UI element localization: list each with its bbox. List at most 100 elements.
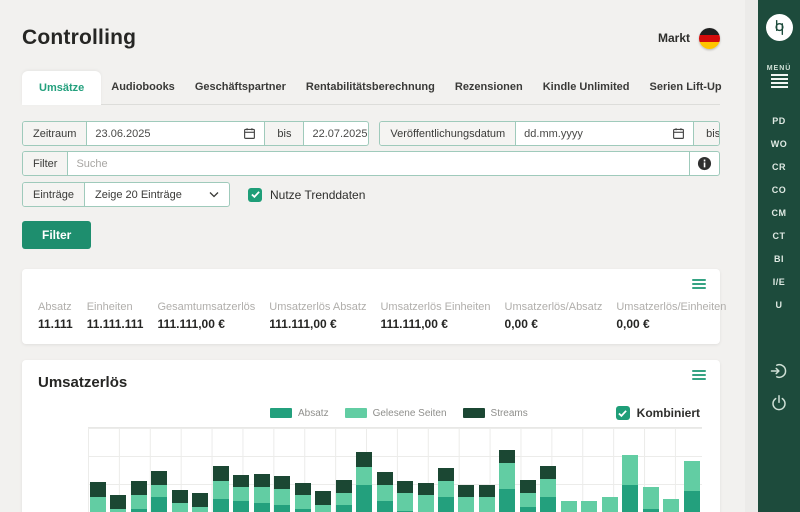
sidebar-item-ct[interactable]: CT: [773, 231, 786, 241]
sidebar-item-co[interactable]: CO: [772, 185, 787, 195]
dp-logo-icon: [774, 19, 784, 36]
market-label: Markt: [657, 31, 690, 45]
info-icon[interactable]: [697, 156, 712, 171]
bar[interactable]: [622, 455, 639, 512]
bar[interactable]: [499, 450, 516, 512]
calendar-icon[interactable]: [672, 127, 685, 140]
market-selector[interactable]: Markt: [657, 27, 720, 49]
stat-umsatzerloes-pro-einheiten: Umsatzerlös/Einheiten 0,00 €: [616, 301, 727, 331]
trend-checkbox[interactable]: [248, 187, 262, 202]
bar[interactable]: [315, 491, 332, 512]
search-cell: [68, 152, 689, 175]
hamburger-icon: [770, 74, 788, 76]
chart-card-menu-icon[interactable]: [692, 370, 706, 382]
bar[interactable]: [212, 466, 229, 512]
page-header: Controlling Markt: [22, 26, 720, 50]
sidebar-item-cr[interactable]: CR: [772, 162, 786, 172]
filter-row-entries: Einträge Zeige 20 Einträge Nutze Trendda…: [22, 182, 720, 207]
search-input[interactable]: [76, 157, 681, 170]
bar[interactable]: [294, 483, 311, 512]
info-cell[interactable]: [689, 152, 719, 175]
tab-geschaeftspartner[interactable]: Geschäftspartner: [185, 70, 296, 104]
stat-absatz: Absatz 11.111: [38, 301, 73, 331]
bar[interactable]: [90, 482, 106, 512]
check-icon: [250, 191, 260, 199]
sign-in-icon[interactable]: [770, 362, 788, 380]
chart-legend: Absatz Gelesene Seiten Streams: [270, 408, 528, 419]
bar[interactable]: [376, 472, 393, 512]
bar[interactable]: [478, 485, 495, 512]
bar[interactable]: [130, 481, 147, 512]
bar[interactable]: [192, 493, 209, 512]
stat-umsatzerloes-einheiten: Umsatzerlös Einheiten 111.111,00 €: [380, 301, 491, 331]
stat-gesamtumsatzerloes: Gesamtumsatzerlös 111.111,00 €: [157, 301, 256, 331]
power-icon[interactable]: [770, 394, 788, 412]
tab-rezensionen[interactable]: Rezensionen: [445, 70, 533, 104]
legend-item-streams[interactable]: Streams: [462, 408, 528, 419]
bar[interactable]: [663, 499, 680, 512]
filter-row-search: Filter: [22, 151, 720, 176]
legend-item-absatz[interactable]: Absatz: [270, 408, 329, 419]
trend-checkbox-label: Nutze Trenddaten: [270, 187, 366, 202]
tab-rentabilitaetsberechnung[interactable]: Rentabilitätsberechnung: [296, 70, 445, 104]
tab-bar: Umsätze Audiobooks Geschäftspartner Rent…: [22, 70, 722, 105]
calendar-icon[interactable]: [243, 127, 256, 140]
kombiniert-checkbox[interactable]: [615, 406, 630, 420]
entries-label: Einträge: [23, 183, 85, 206]
bar[interactable]: [540, 466, 557, 512]
bar[interactable]: [560, 501, 577, 512]
legend-item-gelesene-seiten[interactable]: Gelesene Seiten: [344, 408, 447, 419]
chart-card: Umsatzerlös Absatz Gelesene Seiten Strea…: [22, 360, 720, 512]
bar[interactable]: [274, 476, 291, 512]
zeitraum-from-cell: [87, 122, 264, 145]
sidebar-item-cm[interactable]: CM: [772, 208, 787, 218]
sidebar-bottom: [770, 362, 788, 412]
bar[interactable]: [233, 475, 250, 512]
tab-audiobooks[interactable]: Audiobooks: [101, 70, 185, 104]
trend-checkbox-wrap[interactable]: Nutze Trenddaten: [248, 182, 365, 207]
bar[interactable]: [171, 490, 188, 512]
tab-serien-lift-up[interactable]: Serien Lift-Up: [640, 70, 732, 104]
zeitraum-bis-label: bis: [264, 122, 305, 145]
app-logo[interactable]: [765, 14, 793, 41]
zeitraum-from-input[interactable]: [95, 127, 238, 140]
sidebar-menu-toggle[interactable]: MENÜ: [767, 65, 792, 88]
bar[interactable]: [356, 452, 373, 512]
sidebar-item-wo[interactable]: WO: [771, 139, 788, 149]
filter-row-dates: Zeitraum bis Veröffentlichungsdatum bis: [22, 121, 720, 146]
tab-kindle-unlimited[interactable]: Kindle Unlimited: [533, 70, 640, 104]
entries-select[interactable]: Zeige 20 Einträge: [85, 183, 229, 206]
bar[interactable]: [581, 501, 598, 512]
bar[interactable]: [335, 480, 352, 512]
bar[interactable]: [519, 480, 536, 512]
sidebar-item-u[interactable]: U: [776, 300, 783, 310]
sidebar-item-ie[interactable]: I/E: [773, 277, 786, 287]
bar[interactable]: [110, 495, 127, 512]
zeitraum-label: Zeitraum: [23, 122, 88, 145]
kombiniert-checkbox-wrap[interactable]: Kombiniert: [615, 406, 700, 420]
kombiniert-label: Kombiniert: [636, 406, 700, 420]
bar[interactable]: [437, 468, 454, 512]
scrollbar[interactable]: [745, 0, 758, 512]
tab-umsaetze[interactable]: Umsätze: [22, 71, 102, 105]
bar[interactable]: [458, 485, 475, 512]
entries-selected-value: Zeige 20 Einträge: [94, 188, 182, 201]
entries-group: Einträge Zeige 20 Einträge: [22, 182, 230, 207]
veroeffentlichung-from-input[interactable]: [524, 127, 667, 140]
german-flag-icon[interactable]: [699, 27, 720, 49]
search-label: Filter: [23, 152, 69, 175]
bar[interactable]: [397, 481, 414, 512]
search-group: Filter: [22, 151, 720, 176]
filter-submit-button[interactable]: Filter: [22, 221, 92, 249]
bar[interactable]: [683, 461, 700, 512]
sidebar-item-pd[interactable]: PD: [772, 116, 786, 126]
sidebar-item-bi[interactable]: BI: [774, 254, 784, 264]
bar[interactable]: [151, 471, 168, 512]
bar[interactable]: [601, 497, 618, 512]
legend-swatch-streams: [462, 408, 485, 418]
bar[interactable]: [253, 474, 270, 512]
bar[interactable]: [417, 483, 434, 512]
stats-card-menu-icon[interactable]: [692, 279, 706, 291]
bar[interactable]: [642, 487, 659, 512]
zeitraum-to-input[interactable]: [312, 127, 369, 140]
